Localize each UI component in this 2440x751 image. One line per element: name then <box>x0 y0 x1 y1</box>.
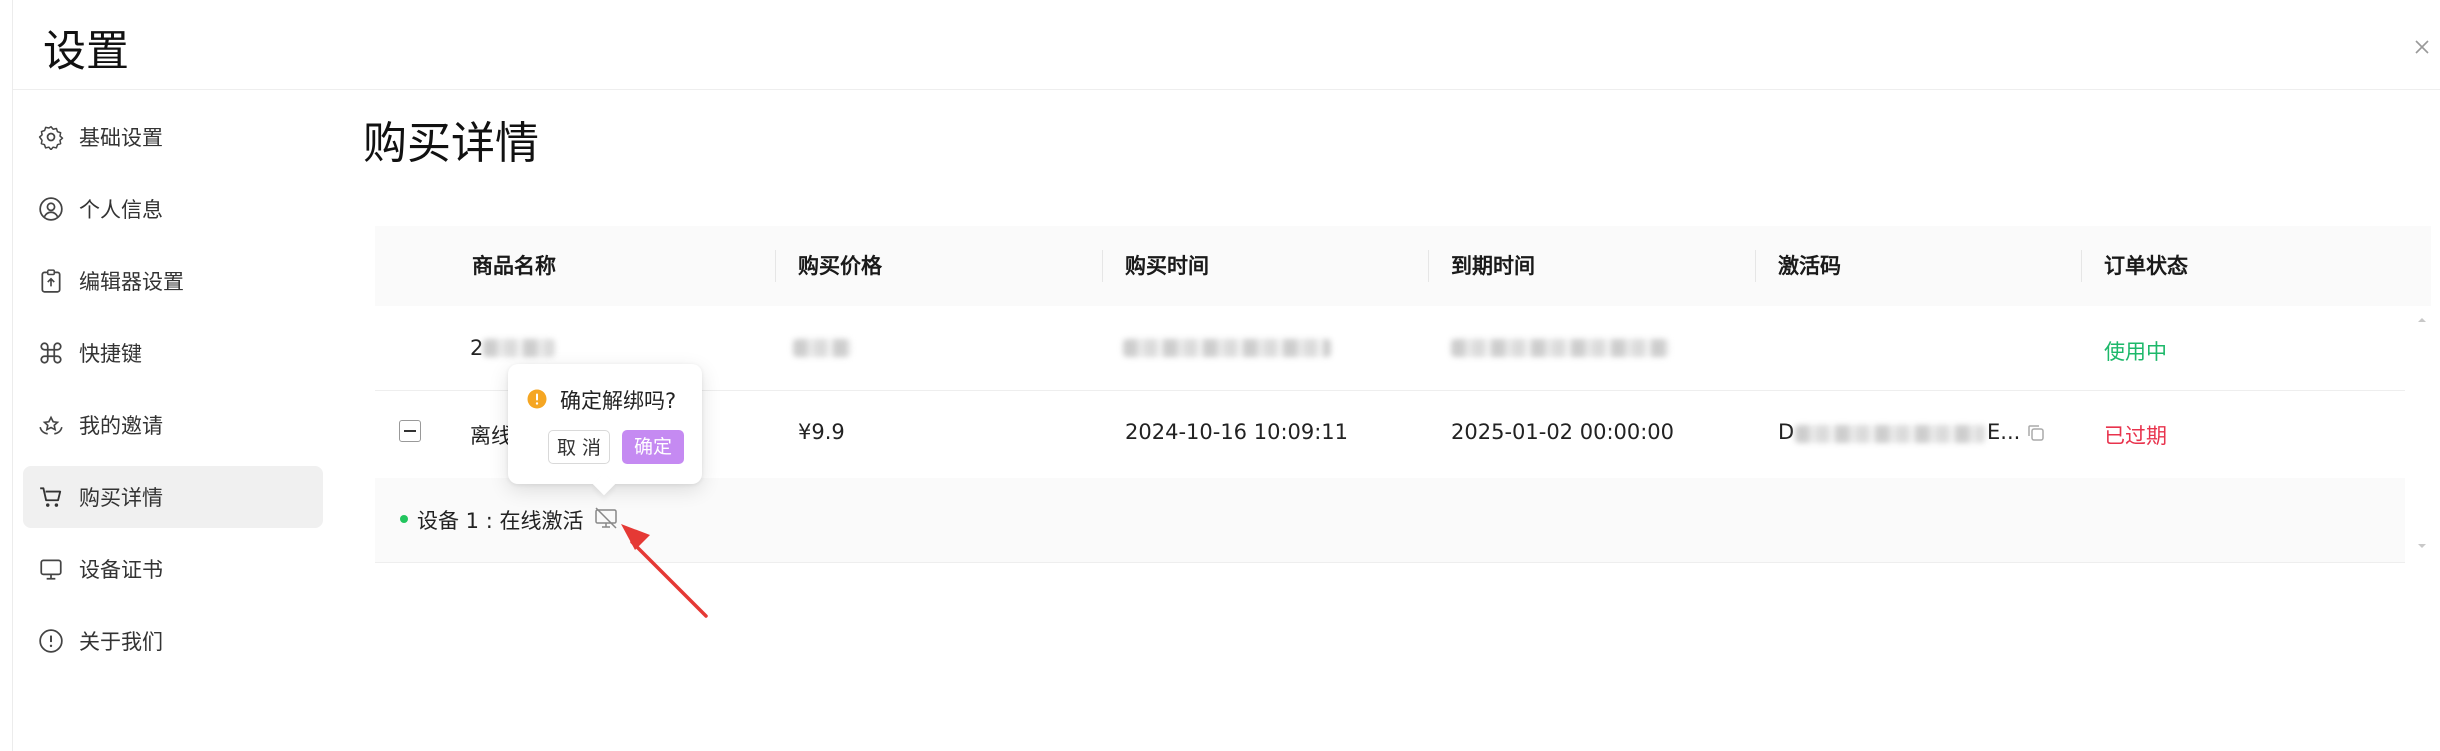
command-key-icon <box>37 339 65 367</box>
sidebar-item-label: 个人信息 <box>79 198 163 222</box>
sidebar-item-editor-settings[interactable]: 编辑器设置 <box>23 250 323 312</box>
sidebar-item-basic-settings[interactable]: 基础设置 <box>23 106 323 168</box>
redacted-expire-time <box>1451 339 1669 357</box>
cart-icon <box>37 483 65 511</box>
sidebar-item-about-us[interactable]: 关于我们 <box>23 610 323 672</box>
order-status-badge: 使用中 <box>2104 340 2167 364</box>
column-divider <box>1102 250 1103 282</box>
redacted-product <box>483 339 555 357</box>
order-status-badge: 已过期 <box>2104 424 2167 448</box>
purchase-time: 2024-10-16 10:09:11 <box>1125 420 1349 444</box>
sidebar-item-label: 基础设置 <box>79 126 163 150</box>
purchase-price: ¥9.9 <box>798 420 845 444</box>
column-header: 购买价格 <box>798 254 882 278</box>
sidebar-item-label: 设备证书 <box>79 558 163 582</box>
sidebar-item-label: 关于我们 <box>79 630 163 654</box>
info-circle-icon <box>37 627 65 655</box>
sidebar-item-my-invites[interactable]: 我的邀请 <box>23 394 323 456</box>
activation-code: D <box>1778 420 1795 444</box>
column-header: 商品名称 <box>472 254 556 278</box>
title-bar: 设置 <box>13 0 2440 90</box>
redacted-purchase-time <box>1123 339 1331 357</box>
monitor-icon <box>37 555 65 583</box>
sidebar-item-label: 购买详情 <box>79 486 163 510</box>
product-name: 离线 <box>470 424 512 448</box>
warning-icon <box>527 389 547 409</box>
invite-icon <box>37 411 65 439</box>
unbind-popconfirm: 确定解绑吗? 取 消 确定 <box>508 364 702 484</box>
sidebar-item-purchase-details[interactable]: 购买详情 <box>23 466 323 528</box>
sidebar-item-shortcuts[interactable]: 快捷键 <box>23 322 323 384</box>
column-header: 到期时间 <box>1451 254 1535 278</box>
confirm-button[interactable]: 确定 <box>622 430 684 464</box>
product-name: 2 <box>470 336 484 360</box>
redacted-price <box>793 339 851 357</box>
online-status-dot <box>400 515 408 523</box>
cancel-button[interactable]: 取 消 <box>548 430 610 464</box>
editor-icon <box>37 267 65 295</box>
column-header: 激活码 <box>1778 254 1841 278</box>
table-header: 商品名称 购买价格 购买时间 到期时间 激活码 订单状态 <box>375 226 2431 306</box>
activation-code-tail: E... <box>1987 420 2021 444</box>
expire-time: 2025-01-02 00:00:00 <box>1451 420 1675 444</box>
column-divider <box>1428 250 1429 282</box>
column-header: 订单状态 <box>2104 254 2188 278</box>
close-icon[interactable] <box>2411 36 2433 58</box>
column-divider <box>1755 250 1756 282</box>
column-divider <box>2081 250 2082 282</box>
sidebar-item-device-certificate[interactable]: 设备证书 <box>23 538 323 600</box>
device-label: 设备 1 : 在线激活 <box>417 509 584 533</box>
column-divider <box>775 250 776 282</box>
sidebar-item-label: 编辑器设置 <box>79 270 184 294</box>
sidebar-item-personal-info[interactable]: 个人信息 <box>23 178 323 240</box>
copy-icon[interactable] <box>2025 422 2047 444</box>
scroll-up-arrow[interactable] <box>2415 312 2429 326</box>
sidebar-item-label: 我的邀请 <box>79 414 163 438</box>
annotation-arrow <box>621 524 708 618</box>
page-title: 购买详情 <box>363 118 539 169</box>
sidebar-item-label: 快捷键 <box>79 342 142 366</box>
scroll-down-arrow[interactable] <box>2415 538 2429 552</box>
gear-icon <box>37 123 65 151</box>
redacted-activation-code <box>1795 425 1985 443</box>
window-title: 设置 <box>43 27 129 77</box>
collapse-row-button[interactable] <box>399 420 421 442</box>
popconfirm-message: 确定解绑吗? <box>560 389 677 413</box>
user-circle-icon <box>37 195 65 223</box>
column-header: 购买时间 <box>1125 254 1209 278</box>
